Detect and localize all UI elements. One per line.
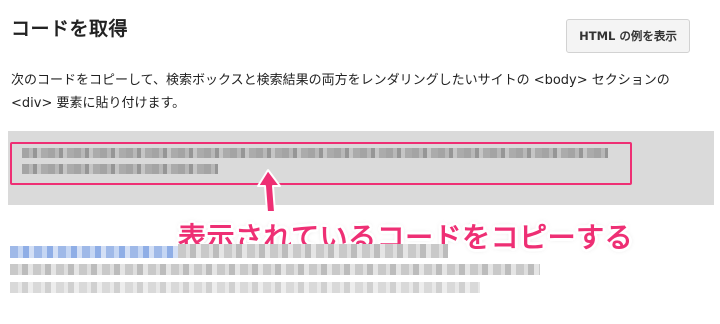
page-title: コードを取得	[11, 18, 129, 40]
search-result-blurred	[10, 246, 178, 258]
search-result-blurred	[10, 282, 480, 293]
get-code-page: コードを取得 HTML の例を表示 次のコードをコピーして、検索ボックスと検索結…	[0, 0, 720, 324]
show-html-example-button[interactable]: HTML の例を表示	[566, 19, 690, 53]
instructions-text: 次のコードをコピーして、検索ボックスと検索結果の両方をレンダリングしたいサイトの…	[11, 73, 670, 111]
code-highlight-frame	[10, 142, 632, 185]
search-result-blurred	[178, 244, 448, 258]
search-result-blurred	[10, 264, 540, 275]
